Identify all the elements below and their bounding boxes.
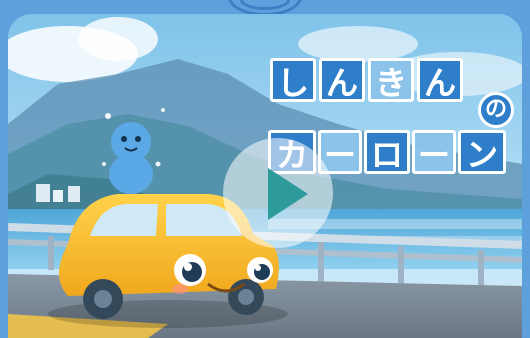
title-particle: の — [478, 92, 514, 128]
title-particle-char: の — [478, 92, 514, 128]
title-char: ん — [417, 58, 463, 102]
title-char: ン — [458, 130, 506, 174]
play-icon[interactable] — [268, 168, 308, 220]
title-char: ー — [412, 130, 456, 174]
title-char: ん — [319, 58, 365, 102]
title-line-shinkin: し ん き ん — [270, 58, 463, 102]
video-thumbnail[interactable]: し ん き ん の カ ー ロ ー ン — [8, 14, 522, 338]
title-char: し — [270, 58, 316, 102]
title-char: ロ — [364, 130, 410, 174]
video-frame: し ん き ん の カ ー ロ ー ン — [0, 0, 530, 338]
title-char: き — [368, 58, 414, 102]
